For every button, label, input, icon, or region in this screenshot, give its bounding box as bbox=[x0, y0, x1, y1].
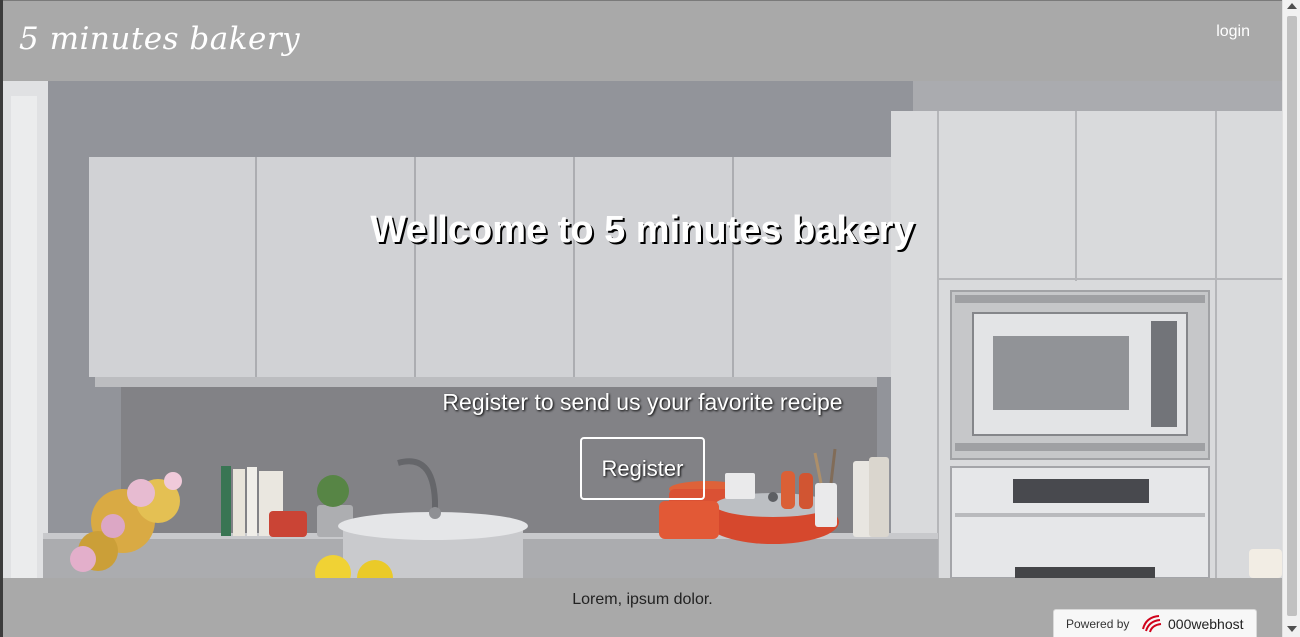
scroll-down-arrow-icon[interactable] bbox=[1287, 626, 1297, 632]
hero-title: Wellcome to 5 minutes bakery bbox=[370, 209, 915, 251]
footer-text: Lorem, ipsum dolor. bbox=[572, 591, 713, 608]
hero-subtitle: Register to send us your favorite recipe bbox=[442, 389, 843, 415]
scroll-up-arrow-icon[interactable] bbox=[1287, 3, 1297, 9]
scrollbar-thumb[interactable] bbox=[1287, 16, 1297, 616]
powered-by-label: Powered by bbox=[1066, 617, 1130, 631]
register-button[interactable]: Register bbox=[580, 437, 705, 500]
webhost-brand-label: 000webhost bbox=[1168, 616, 1244, 632]
vertical-scrollbar[interactable] bbox=[1282, 0, 1300, 637]
login-link[interactable]: login bbox=[1216, 23, 1250, 41]
kitchen-background-image bbox=[3, 81, 1282, 578]
webhost-logo-icon bbox=[1142, 615, 1162, 633]
hero-section: Wellcome to 5 minutes bakery Register to… bbox=[3, 81, 1282, 578]
hosting-badge[interactable]: Powered by 000webhost bbox=[1053, 609, 1257, 637]
brand-logo-text[interactable]: 5 minutes bakery bbox=[19, 21, 300, 57]
navbar: 5 minutes bakery login bbox=[3, 1, 1282, 81]
